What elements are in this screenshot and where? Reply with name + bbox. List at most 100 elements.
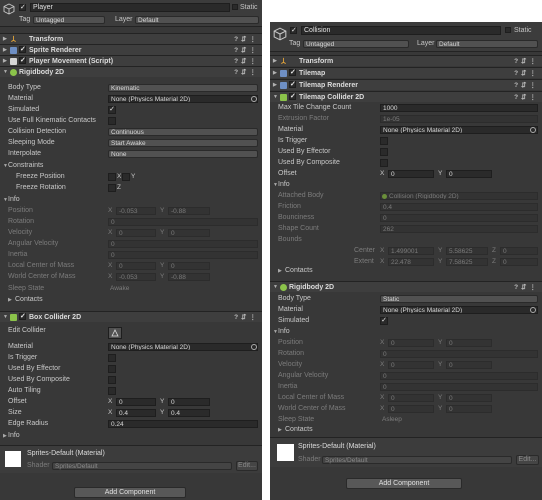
shader-dropdown[interactable]: Sprites/Default (52, 462, 232, 470)
tag-dropdown[interactable]: Untagged (33, 16, 105, 24)
object-picker-icon[interactable] (251, 96, 257, 102)
offset-y-field[interactable]: 0 (168, 398, 210, 406)
component-tilemap-renderer[interactable]: ▶ ✓ Tilemap Renderer ?⇵⋮ (270, 79, 542, 90)
component-tools[interactable]: ?⇵⋮ (514, 57, 539, 65)
constraints-row[interactable]: ▼ Constraints (0, 161, 262, 171)
component-tools[interactable]: ?⇵⋮ (234, 313, 259, 321)
simulated-checkbox[interactable]: ✓ (380, 317, 388, 325)
position-y-field: 0 (446, 339, 492, 347)
active-checkbox[interactable]: ✓ (290, 27, 297, 34)
shader-dropdown[interactable]: Sprites/Default (322, 456, 512, 464)
field-label: Sleeping Mode (8, 139, 55, 146)
component-player-movement[interactable]: ▶ ✓ Player Movement (Script) ?⇵⋮ (0, 55, 262, 66)
material-field[interactable]: None (Physics Material 2D) (380, 126, 538, 134)
full-contacts-checkbox[interactable] (108, 117, 116, 125)
interpolate-dropdown[interactable]: None (108, 150, 258, 158)
max-tile-field[interactable]: 1000 (380, 104, 538, 112)
add-component-button[interactable]: Add Component (346, 478, 462, 489)
component-title: Box Collider 2D (29, 314, 82, 321)
component-transform[interactable]: ▶ Transform ?⇵⋮ (270, 55, 542, 66)
simulated-checkbox[interactable]: ✓ (108, 106, 116, 114)
box-info-row[interactable]: ▶ Info (0, 431, 262, 441)
rb-info-row[interactable]: ▼ Info (270, 327, 542, 337)
object-name-field[interactable]: Player (30, 3, 230, 12)
auto-tiling-checkbox[interactable] (108, 387, 116, 395)
freeze-y-checkbox[interactable] (122, 173, 130, 181)
contacts-row[interactable]: ▶ Contacts (0, 295, 262, 305)
component-transform[interactable]: ▶ Transform ?⇵⋮ (0, 33, 262, 44)
body-type-dropdown[interactable]: Kinematic (108, 84, 258, 92)
offset-x-field[interactable]: 0 (116, 398, 156, 406)
tc-contacts-row[interactable]: ▶ Contacts (270, 266, 542, 276)
component-sprite-renderer[interactable]: ▶ ✓ Sprite Renderer ?⇵⋮ (0, 44, 262, 55)
collision-dropdown[interactable]: Continuous (108, 128, 258, 136)
offset-y-field[interactable]: 0 (446, 170, 492, 178)
used-composite-checkbox[interactable] (108, 376, 116, 384)
tc-offset-row: Offset X 0 Y 0 (270, 169, 542, 179)
shader-edit-button[interactable]: Edit... (236, 461, 258, 471)
used-effector-checkbox[interactable] (380, 148, 388, 156)
sleeping-dropdown[interactable]: Start Awake (108, 139, 258, 147)
enable-checkbox[interactable]: ✓ (19, 46, 26, 53)
used-effector-checkbox[interactable] (108, 365, 116, 373)
component-rigidbody2d[interactable]: ▼ Rigidbody 2D ?⇵⋮ (0, 66, 262, 77)
component-box-collider2d[interactable]: ▼ ✓ Box Collider 2D ?⇵⋮ (0, 311, 262, 322)
component-tools[interactable]: ?⇵⋮ (234, 57, 259, 65)
object-name-field[interactable]: Collision (301, 26, 501, 35)
shader-edit-button[interactable]: Edit... (516, 455, 539, 465)
body-type-dropdown[interactable]: Static (380, 295, 538, 303)
material-field[interactable]: None (Physics Material 2D) (108, 95, 258, 103)
component-tools[interactable]: ?⇵⋮ (514, 69, 539, 77)
layer-dropdown[interactable]: Default (135, 16, 259, 24)
object-picker-icon[interactable] (530, 127, 536, 133)
layer-dropdown[interactable]: Default (436, 40, 538, 48)
component-rigidbody2d[interactable]: ▼ Rigidbody 2D ?⇵⋮ (270, 281, 542, 292)
component-tools[interactable]: ?⇵⋮ (234, 35, 259, 43)
rb-contacts-row[interactable]: ▶ Contacts (270, 425, 542, 435)
active-checkbox[interactable]: ✓ (19, 4, 26, 11)
extrusion-field: 1e-05 (380, 115, 538, 123)
is-trigger-checkbox[interactable] (108, 354, 116, 362)
box-material-row: Material None (Physics Material 2D) (0, 342, 262, 352)
freeze-x-checkbox[interactable] (108, 173, 116, 181)
freeze-z-checkbox[interactable] (108, 184, 116, 192)
component-tools[interactable]: ?⇵⋮ (514, 93, 539, 101)
info-row[interactable]: ▼ Info (0, 195, 262, 205)
field-label: Offset (8, 398, 27, 405)
enable-checkbox[interactable]: ✓ (19, 57, 26, 64)
add-component-button[interactable]: Add Component (74, 487, 186, 498)
velocity-x-field: 0 (388, 361, 434, 369)
static-checkbox[interactable] (505, 27, 511, 33)
object-picker-icon[interactable] (251, 344, 257, 350)
size-y-field[interactable]: 0.4 (168, 409, 210, 417)
y-label: Y (160, 398, 165, 405)
used-composite-checkbox[interactable] (380, 159, 388, 167)
enable-checkbox[interactable]: ✓ (289, 93, 296, 100)
tc-info-row[interactable]: ▼ Info (270, 180, 542, 190)
component-tilemap[interactable]: ▶ ✓ Tilemap ?⇵⋮ (270, 67, 542, 78)
edit-collider-button[interactable] (108, 327, 122, 339)
tag-dropdown[interactable]: Untagged (303, 40, 409, 48)
component-title: Player Movement (Script) (29, 58, 114, 65)
edge-radius-field[interactable]: 0.24 (108, 420, 258, 428)
static-checkbox[interactable] (232, 4, 238, 10)
object-picker-icon[interactable] (530, 307, 536, 313)
enable-checkbox[interactable]: ✓ (289, 69, 296, 76)
component-tools[interactable]: ?⇵⋮ (234, 46, 259, 54)
component-tools[interactable]: ?⇵⋮ (514, 81, 539, 89)
material-field[interactable]: None (Physics Material 2D) (380, 306, 538, 314)
component-tools[interactable]: ?⇵⋮ (514, 283, 539, 291)
component-tilemap-collider2d[interactable]: ▼ ✓ Tilemap Collider 2D ?⇵⋮ (270, 91, 542, 102)
enable-checkbox[interactable]: ✓ (289, 81, 296, 88)
sleep-state-value: Awake (110, 285, 130, 292)
material-field[interactable]: None (Physics Material 2D) (108, 343, 258, 351)
component-tools[interactable]: ?⇵⋮ (234, 68, 259, 76)
offset-x-field[interactable]: 0 (388, 170, 434, 178)
field-label: Local Center of Mass (278, 394, 345, 401)
layer-label: Layer (417, 40, 435, 47)
size-x-field[interactable]: 0.4 (116, 409, 156, 417)
is-trigger-checkbox[interactable] (380, 137, 388, 145)
field-label: Friction (278, 203, 301, 210)
enable-checkbox[interactable]: ✓ (19, 313, 26, 320)
extent-y-field: 7.58625 (446, 258, 488, 266)
